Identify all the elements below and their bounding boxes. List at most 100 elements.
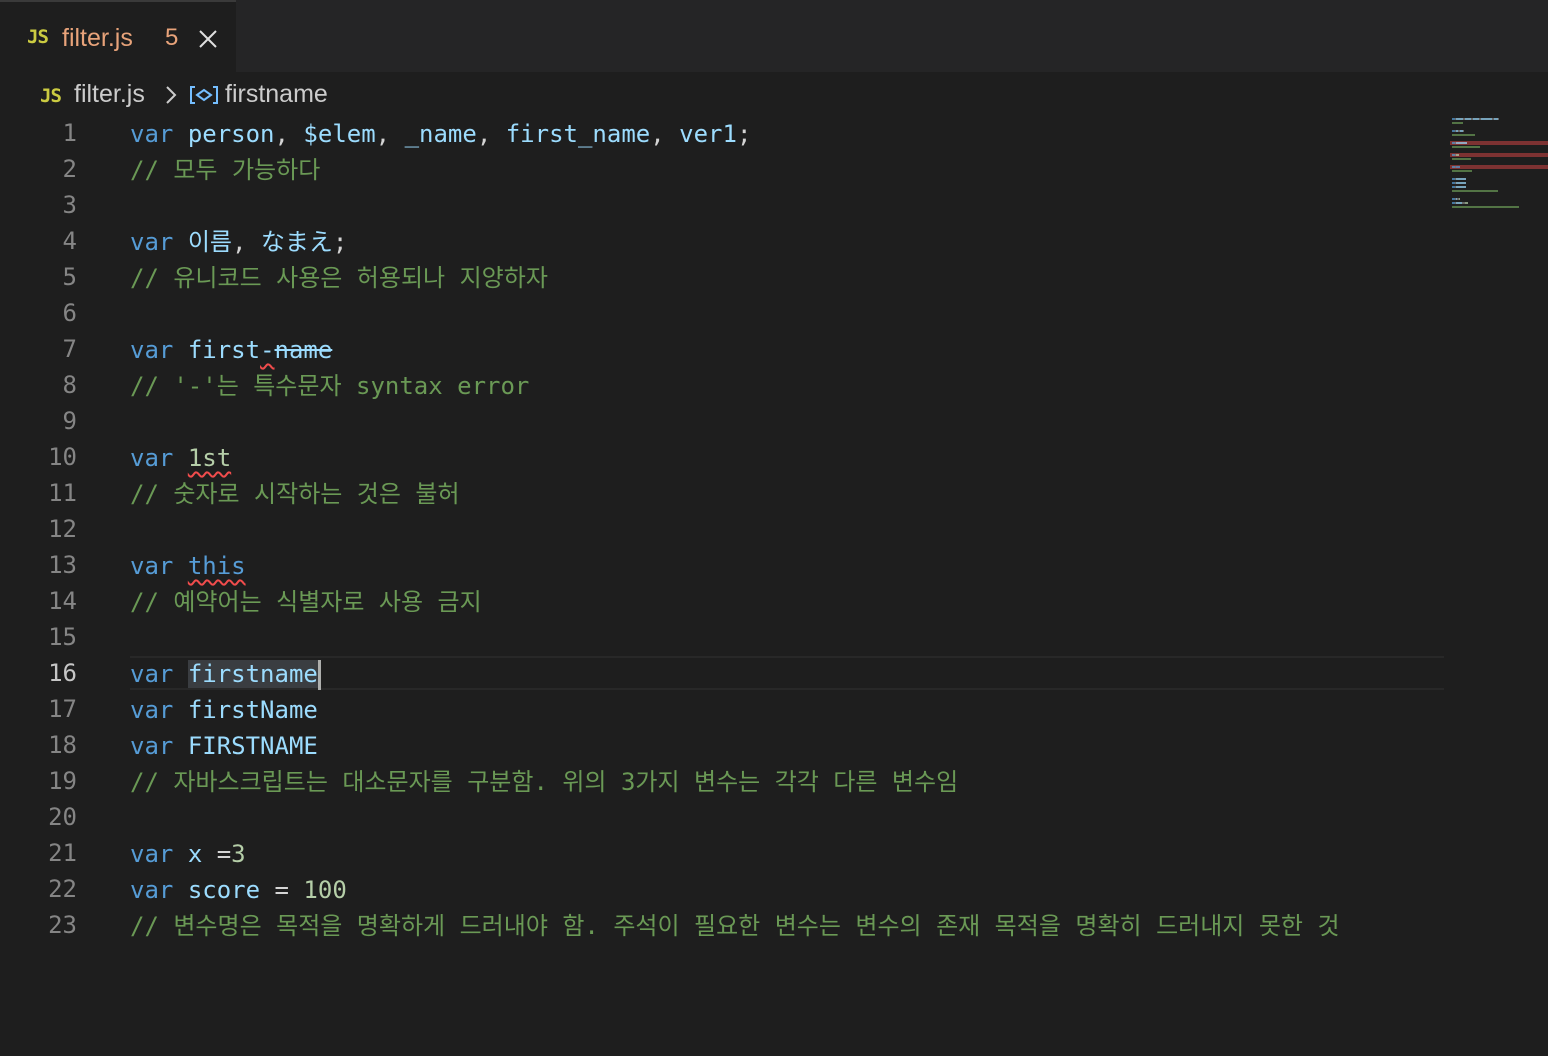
code-line[interactable]: 8 // '-'는 특수문자 syntax error bbox=[0, 368, 1450, 404]
code-token: _name bbox=[404, 120, 477, 148]
code-text: var x =3 bbox=[130, 839, 246, 869]
code-line[interactable]: 13 var this bbox=[0, 548, 1450, 584]
code-text: // 자바스크립트는 대소문자를 구분함. 위의 3가지 변수는 각각 다른 변… bbox=[130, 767, 958, 797]
code-token: first bbox=[187, 336, 261, 364]
code-text: // 변수명은 목적을 명확하게 드러내야 함. 주석이 필요한 변수는 변수의… bbox=[130, 911, 1340, 941]
code-text: var FIRSTNAME bbox=[130, 731, 318, 761]
line-number: 6 bbox=[62, 299, 77, 327]
close-icon[interactable] bbox=[196, 27, 220, 51]
code-token: 1st bbox=[187, 444, 232, 472]
minimap[interactable] bbox=[1450, 116, 1548, 226]
code-token: // 모두 가능하다 bbox=[130, 156, 321, 184]
minimap-token bbox=[1463, 142, 1467, 144]
code-line[interactable]: 21 var x =3 bbox=[0, 836, 1450, 872]
code-text: var person, $elem, _name, first_name, ve… bbox=[130, 119, 751, 149]
minimap-token bbox=[1452, 134, 1475, 136]
code-line[interactable]: 1 var person, $elem, _name, first_name, v… bbox=[0, 116, 1450, 152]
code-line[interactable]: 5 // 유니코드 사용은 허용되나 지양하자 bbox=[0, 260, 1450, 296]
code-line[interactable]: 19 // 자바스크립트는 대소문자를 구분함. 위의 3가지 변수는 각각 다른… bbox=[0, 764, 1450, 800]
code-token: // 유니코드 사용은 허용되나 지양하자 bbox=[130, 264, 548, 292]
minimap-token bbox=[1452, 190, 1498, 192]
code-line[interactable]: 23 // 변수명은 목적을 명확하게 드러내야 함. 주석이 필요한 변수는 변… bbox=[0, 908, 1450, 944]
code-token: x bbox=[187, 840, 203, 868]
code-line[interactable]: 3 bbox=[0, 188, 1450, 224]
line-number: 2 bbox=[62, 155, 77, 183]
line-number: 1 bbox=[62, 119, 77, 147]
code-line[interactable]: 15 bbox=[0, 620, 1450, 656]
line-number: 16 bbox=[48, 659, 77, 687]
code-line[interactable]: 9 bbox=[0, 404, 1450, 440]
javascript-file-icon: JS bbox=[40, 85, 62, 107]
code-text: // 유니코드 사용은 허용되나 지양하자 bbox=[130, 263, 548, 293]
code-line[interactable]: 20 bbox=[0, 800, 1450, 836]
code-text: var firstName bbox=[130, 695, 318, 725]
code-token: // 예약어는 식별자로 사용 금지 bbox=[130, 588, 482, 616]
minimap-token bbox=[1456, 154, 1459, 156]
line-number: 17 bbox=[48, 695, 77, 723]
code-text: var first-name bbox=[130, 335, 332, 365]
code-token: = bbox=[202, 840, 232, 868]
code-token: firstname bbox=[187, 660, 318, 688]
line-number: 21 bbox=[48, 839, 77, 867]
code-token: var bbox=[130, 336, 174, 364]
code-token: 100 bbox=[303, 876, 347, 904]
code-text: var firstname bbox=[130, 659, 321, 690]
line-number: 11 bbox=[48, 479, 77, 507]
line-number: 12 bbox=[48, 515, 77, 543]
tab-bar: JS filter.js 5 bbox=[0, 0, 1548, 72]
code-line[interactable]: 2 // 모두 가능하다 bbox=[0, 152, 1450, 188]
code-token: firstName bbox=[187, 696, 318, 724]
minimap-token bbox=[1452, 146, 1480, 148]
code-line[interactable]: 22 var score = 100 bbox=[0, 872, 1450, 908]
code-line[interactable]: 6 bbox=[0, 296, 1450, 332]
minimap-token bbox=[1452, 206, 1519, 208]
code-text: // 숫자로 시작하는 것은 불허 bbox=[130, 479, 460, 509]
code-line[interactable]: 16 var firstname bbox=[0, 656, 1450, 692]
line-number: 23 bbox=[48, 911, 77, 939]
code-token: this bbox=[187, 552, 246, 580]
code-line[interactable]: 14 // 예약어는 식별자로 사용 금지 bbox=[0, 584, 1450, 620]
breadcrumb-symbol[interactable]: firstname bbox=[225, 80, 328, 109]
minimap-token bbox=[1456, 186, 1466, 188]
minimap-token bbox=[1481, 118, 1492, 120]
code-line[interactable]: 11 // 숫자로 시작하는 것은 불허 bbox=[0, 476, 1450, 512]
code-token: $elem bbox=[303, 120, 376, 148]
tab-filter-js[interactable]: JS filter.js 5 bbox=[0, 0, 236, 72]
line-number: 18 bbox=[48, 731, 77, 759]
minimap-token bbox=[1452, 170, 1472, 172]
code-token: = bbox=[260, 876, 304, 904]
chevron-right-icon bbox=[163, 84, 179, 106]
minimap-token bbox=[1465, 202, 1468, 204]
code-token: var bbox=[130, 696, 174, 724]
minimap-token bbox=[1452, 158, 1471, 160]
code-token: var bbox=[130, 732, 174, 760]
minimap-token bbox=[1463, 130, 1464, 132]
line-number: 14 bbox=[48, 587, 77, 615]
breadcrumb-file[interactable]: filter.js bbox=[74, 80, 145, 109]
code-text: var score = 100 bbox=[130, 875, 347, 905]
code-line[interactable]: 10 var 1st bbox=[0, 440, 1450, 476]
code-token: name bbox=[274, 336, 333, 364]
line-number: 10 bbox=[48, 443, 77, 471]
code-line[interactable]: 17 var firstName bbox=[0, 692, 1450, 728]
code-line[interactable]: 18 var FIRSTNAME bbox=[0, 728, 1450, 764]
minimap-error-marker bbox=[1450, 153, 1548, 157]
code-token: var bbox=[130, 840, 174, 868]
code-token: var bbox=[130, 876, 174, 904]
line-number: 5 bbox=[62, 263, 77, 291]
minimap-token bbox=[1456, 166, 1460, 168]
variable-icon bbox=[189, 85, 219, 105]
code-line[interactable]: 12 bbox=[0, 512, 1450, 548]
code-line[interactable]: 4 var 이름, なまえ; bbox=[0, 224, 1450, 260]
code-line[interactable]: 7 var first-name bbox=[0, 332, 1450, 368]
line-number: 3 bbox=[62, 191, 77, 219]
code-editor[interactable]: 1 var person, $elem, _name, first_name, v… bbox=[0, 116, 1450, 1056]
minimap-token bbox=[1456, 182, 1466, 184]
current-line-highlight bbox=[130, 656, 1444, 690]
code-token: なまえ bbox=[260, 228, 333, 256]
